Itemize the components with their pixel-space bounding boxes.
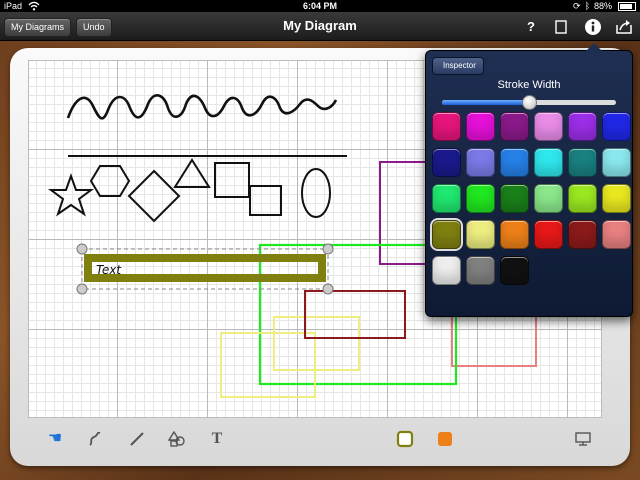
yellow-rectangle-right: [273, 316, 360, 371]
selection-handle: [76, 243, 88, 255]
color-swatch[interactable]: [534, 184, 563, 213]
inspector-popover: Inspector Stroke Width: [425, 43, 633, 317]
star-shape: [48, 173, 94, 217]
stroke-width-slider[interactable]: [442, 95, 616, 110]
selection-handle: [322, 283, 334, 295]
stroke-width-label: Stroke Width: [497, 79, 561, 91]
stroke-color-swatch: [396, 430, 414, 448]
color-swatch[interactable]: [534, 112, 563, 141]
presentation-icon[interactable]: [572, 428, 594, 450]
color-swatch[interactable]: [500, 220, 529, 249]
ellipse-shape: [301, 168, 331, 218]
hand-pointer-icon[interactable]: ☚: [44, 428, 66, 450]
selection-handle: [322, 243, 334, 255]
freehand-wave: [66, 94, 338, 120]
bottom-toolbar: ☚ T: [28, 420, 600, 460]
text-box-label[interactable]: Text: [96, 263, 122, 277]
square-shape-small: [249, 185, 282, 216]
color-swatch[interactable]: [500, 112, 529, 141]
color-swatch[interactable]: [534, 148, 563, 177]
slider-fill: [442, 100, 529, 105]
fill-color-swatch: [438, 432, 452, 446]
color-swatch[interactable]: [466, 220, 495, 249]
color-swatch[interactable]: [466, 112, 495, 141]
color-swatch[interactable]: [602, 220, 631, 249]
triangle-shape: [173, 158, 211, 188]
text-box-shape: [84, 254, 326, 282]
yellow-rectangle-left: [220, 332, 316, 398]
color-swatch[interactable]: [534, 220, 563, 249]
color-swatch[interactable]: [432, 256, 461, 285]
color-swatch[interactable]: [432, 112, 461, 141]
freehand-tool-icon[interactable]: [84, 428, 106, 450]
color-swatch[interactable]: [500, 148, 529, 177]
color-swatch[interactable]: [568, 220, 597, 249]
color-swatch[interactable]: [568, 184, 597, 213]
dark-red-rectangle: [304, 290, 406, 339]
shapes-tool-icon[interactable]: [166, 428, 188, 450]
selection-handle: [76, 283, 88, 295]
line-tool-icon[interactable]: [126, 428, 148, 450]
color-swatch[interactable]: [432, 184, 461, 213]
slider-thumb[interactable]: [522, 95, 537, 110]
hexagon-shape: [89, 165, 131, 197]
color-swatch[interactable]: [466, 184, 495, 213]
color-swatch[interactable]: [466, 256, 495, 285]
color-swatch[interactable]: [430, 218, 463, 251]
text-tool-icon[interactable]: T: [206, 428, 228, 450]
color-swatch[interactable]: [602, 112, 631, 141]
fill-color-button[interactable]: [434, 428, 456, 450]
color-swatch[interactable]: [500, 184, 529, 213]
color-swatch[interactable]: [568, 112, 597, 141]
diamond-shape: [127, 169, 181, 223]
color-swatch[interactable]: [602, 148, 631, 177]
color-swatch[interactable]: [568, 148, 597, 177]
color-swatch[interactable]: [602, 184, 631, 213]
inspector-back-button[interactable]: Inspector: [432, 57, 484, 75]
color-swatch[interactable]: [500, 256, 529, 285]
color-swatch[interactable]: [432, 148, 461, 177]
color-swatch[interactable]: [466, 148, 495, 177]
square-shape: [214, 162, 250, 198]
stroke-color-button[interactable]: [394, 428, 416, 450]
